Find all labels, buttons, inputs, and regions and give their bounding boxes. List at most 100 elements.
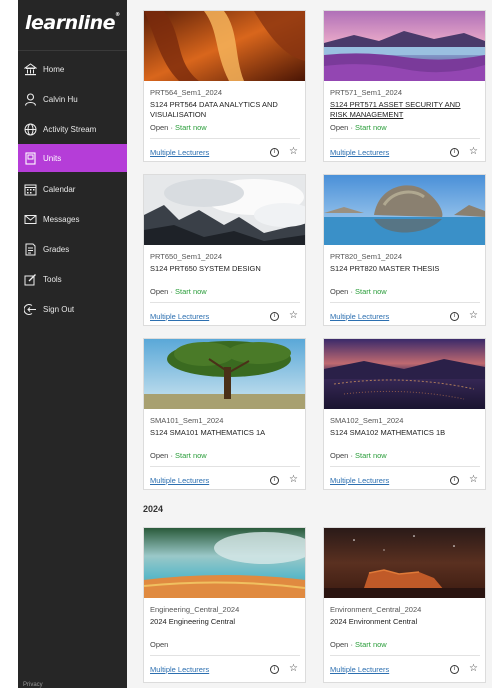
sidebar-item-label: Calendar	[43, 184, 76, 194]
unit-code: PRT571_Sem1_2024	[330, 88, 402, 97]
multiple-lecturers-link[interactable]: Multiple Lecturers	[330, 312, 389, 321]
course-image-desert-night[interactable]	[324, 528, 485, 598]
info-icon[interactable]: i	[450, 148, 459, 157]
sidebar-item-label: Grades	[43, 244, 70, 254]
unit-card[interactable]: SMA102_Sem1_2024 S124 SMA102 MATHEMATICS…	[323, 338, 486, 490]
unit-card[interactable]: PRT650_Sem1_2024 S124 PRT650 SYSTEM DESI…	[143, 174, 306, 326]
start-now-link[interactable]: Start now	[175, 287, 207, 296]
sign-out-icon	[23, 302, 37, 316]
card-divider	[330, 466, 480, 467]
info-icon[interactable]: i	[450, 665, 459, 674]
course-image-canyon[interactable]	[144, 11, 305, 81]
unit-status: Open · Start now	[150, 287, 207, 296]
unit-card[interactable]: PRT820_Sem1_2024 S124 PRT820 MASTER THES…	[323, 174, 486, 326]
start-now-link[interactable]: Start now	[355, 640, 387, 649]
multiple-lecturers-link[interactable]: Multiple Lecturers	[150, 665, 209, 674]
card-divider	[150, 655, 300, 656]
info-icon[interactable]: i	[270, 665, 279, 674]
unit-status: Open · Start now	[150, 123, 207, 132]
unit-card[interactable]: PRT571_Sem1_2024 S124 PRT571 ASSET SECUR…	[323, 10, 486, 162]
star-icon[interactable]: ☆	[289, 311, 298, 321]
unit-code: SMA102_Sem1_2024	[330, 416, 404, 425]
unit-status: Open · Start now	[330, 451, 387, 460]
units-main-panel: PRT564_Sem1_2024 S124 PRT564 DATA ANALYT…	[127, 0, 492, 688]
privacy-link[interactable]: Privacy	[23, 682, 43, 688]
grades-icon	[23, 242, 37, 256]
unit-status: Open · Start now	[330, 123, 387, 132]
unit-title[interactable]: S124 PRT820 MASTER THESIS	[330, 264, 480, 274]
card-divider	[330, 655, 480, 656]
course-image-rocks-lake[interactable]	[324, 175, 485, 245]
star-icon[interactable]: ☆	[289, 147, 298, 157]
course-image-hot-spring[interactable]	[144, 528, 305, 598]
sidebar-item-tools[interactable]: Tools	[18, 265, 127, 293]
sidebar-item-sign-out[interactable]: Sign Out	[18, 295, 127, 323]
unit-code: PRT650_Sem1_2024	[150, 252, 222, 261]
info-icon[interactable]: i	[270, 148, 279, 157]
learnline-logo[interactable]: learnline®	[25, 12, 120, 34]
multiple-lecturers-link[interactable]: Multiple Lecturers	[150, 476, 209, 485]
course-image-city-night[interactable]	[324, 339, 485, 409]
sidebar-item-home[interactable]: Home	[18, 55, 127, 83]
unit-title[interactable]: S124 SMA102 MATHEMATICS 1B	[330, 428, 480, 438]
unit-code: Engineering_Central_2024	[150, 605, 240, 614]
sidebar-item-activity-stream[interactable]: Activity Stream	[18, 115, 127, 143]
left-margin	[0, 0, 18, 688]
info-icon[interactable]: i	[450, 312, 459, 321]
sidebar-item-messages[interactable]: Messages	[18, 205, 127, 233]
multiple-lecturers-link[interactable]: Multiple Lecturers	[330, 476, 389, 485]
unit-title[interactable]: S124 SMA101 MATHEMATICS 1A	[150, 428, 300, 438]
star-icon[interactable]: ☆	[289, 664, 298, 674]
unit-title[interactable]: S124 PRT571 ASSET SECURITY AND RISK MANA…	[330, 100, 480, 120]
unit-status: Open · Start now	[150, 451, 207, 460]
card-divider	[150, 466, 300, 467]
unit-title[interactable]: 2024 Engineering Central	[150, 617, 300, 627]
sidebar-item-calendar[interactable]: Calendar	[18, 175, 127, 203]
star-icon[interactable]: ☆	[469, 147, 478, 157]
info-icon[interactable]: i	[270, 476, 279, 485]
star-icon[interactable]: ☆	[469, 664, 478, 674]
sidebar-item-grades[interactable]: Grades	[18, 235, 127, 263]
multiple-lecturers-link[interactable]: Multiple Lecturers	[330, 665, 389, 674]
unit-code: PRT820_Sem1_2024	[330, 252, 402, 261]
info-icon[interactable]: i	[450, 476, 459, 485]
course-image-mountain-clouds[interactable]	[144, 175, 305, 245]
start-now-link[interactable]: Start now	[175, 123, 207, 132]
unit-card[interactable]: SMA101_Sem1_2024 S124 SMA101 MATHEMATICS…	[143, 338, 306, 490]
star-icon[interactable]: ☆	[469, 311, 478, 321]
unit-status: Open	[150, 640, 169, 649]
start-now-link[interactable]: Start now	[355, 287, 387, 296]
unit-status: Open · Start now	[330, 287, 387, 296]
units-icon	[23, 151, 37, 165]
globe-icon	[23, 122, 37, 136]
year-section-heading: 2024	[143, 504, 164, 514]
multiple-lecturers-link[interactable]: Multiple Lecturers	[150, 148, 209, 157]
unit-code: Environment_Central_2024	[330, 605, 422, 614]
unit-title[interactable]: S124 PRT650 SYSTEM DESIGN	[150, 264, 300, 274]
unit-card[interactable]: Environment_Central_2024 2024 Environmen…	[323, 527, 486, 683]
start-now-link[interactable]: Start now	[355, 451, 387, 460]
sidebar-item-label: Activity Stream	[43, 124, 97, 134]
multiple-lecturers-link[interactable]: Multiple Lecturers	[330, 148, 389, 157]
unit-card[interactable]: PRT564_Sem1_2024 S124 PRT564 DATA ANALYT…	[143, 10, 306, 162]
envelope-icon	[23, 212, 37, 226]
unit-title[interactable]: S124 PRT564 DATA ANALYTICS AND VISUALISA…	[150, 100, 300, 120]
sidebar-item-units[interactable]: Units	[18, 144, 127, 172]
course-image-tree[interactable]	[144, 339, 305, 409]
card-divider	[330, 138, 480, 139]
unit-title[interactable]: 2024 Environment Central	[330, 617, 480, 627]
star-icon[interactable]: ☆	[469, 475, 478, 485]
unit-card[interactable]: Engineering_Central_2024 2024 Engineerin…	[143, 527, 306, 683]
star-icon[interactable]: ☆	[289, 475, 298, 485]
sidebar-item-label: Units	[43, 153, 62, 163]
start-now-link[interactable]: Start now	[355, 123, 387, 132]
course-image-lavender[interactable]	[324, 11, 485, 81]
card-divider	[150, 138, 300, 139]
info-icon[interactable]: i	[270, 312, 279, 321]
unit-status: Open · Start now	[330, 640, 387, 649]
start-now-link[interactable]: Start now	[175, 451, 207, 460]
sidebar-item-profile[interactable]: Calvin Hu	[18, 85, 127, 113]
sidebar-item-label: Messages	[43, 214, 80, 224]
multiple-lecturers-link[interactable]: Multiple Lecturers	[150, 312, 209, 321]
calendar-icon	[23, 182, 37, 196]
